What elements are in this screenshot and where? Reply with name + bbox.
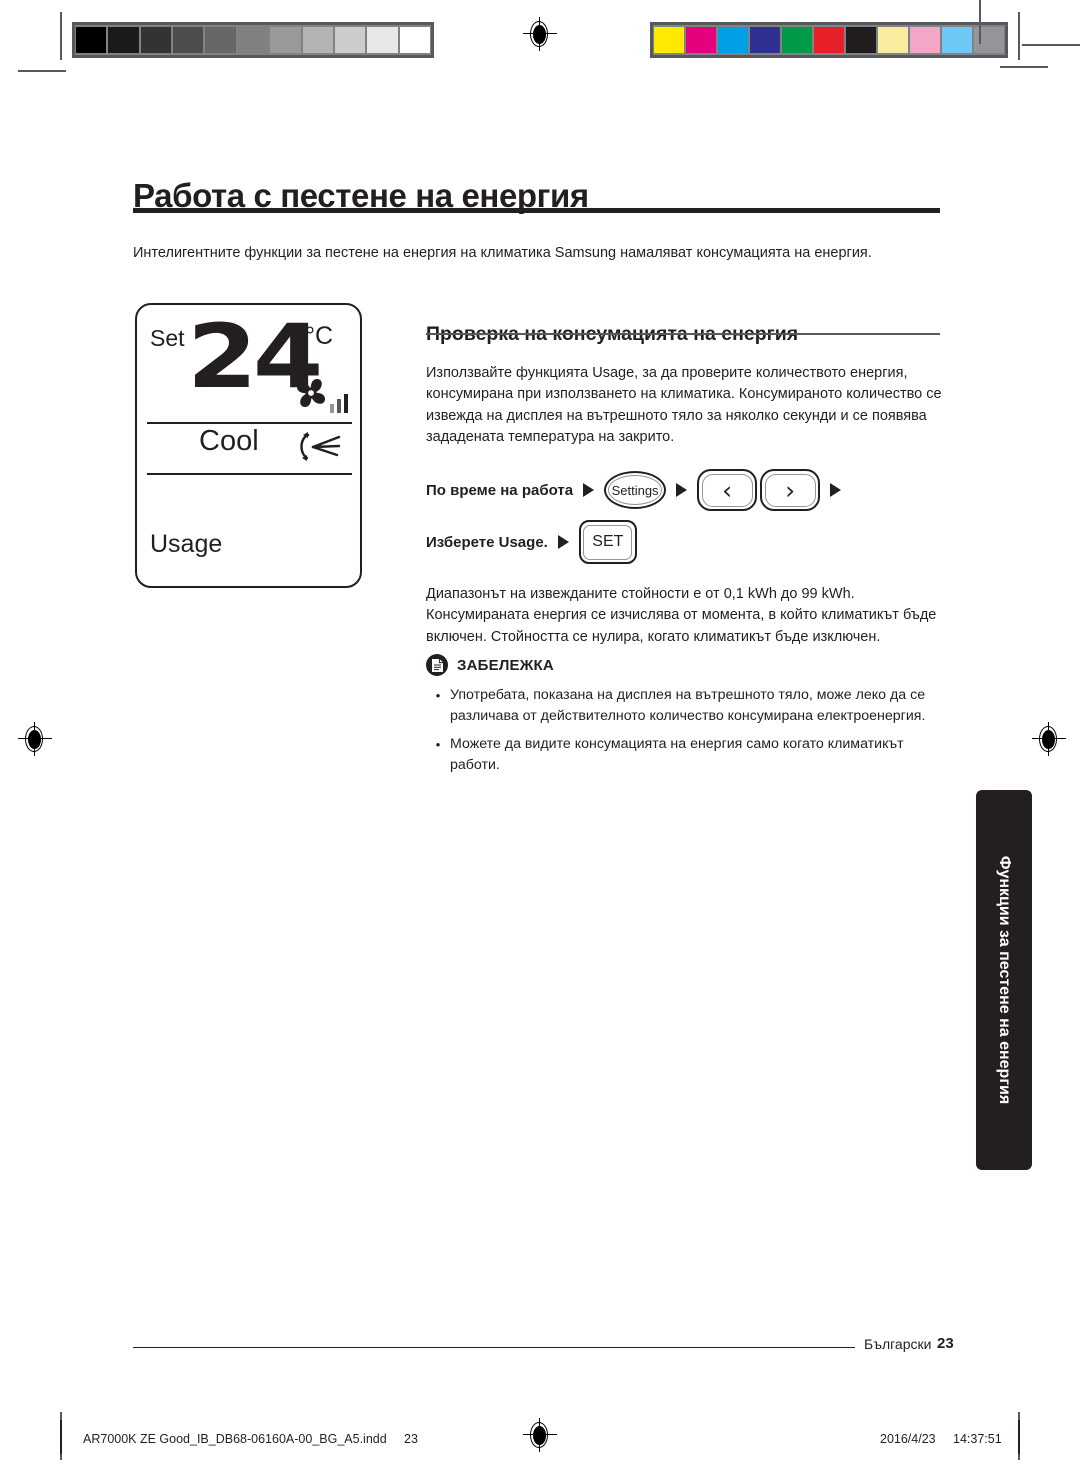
gray-swatch-10: [399, 27, 430, 53]
registration-target-icon: [523, 1418, 557, 1452]
chevron-right-icon: ›: [785, 475, 796, 505]
step-label: Изберете Usage.: [426, 533, 548, 551]
arrow-right-icon: [557, 535, 569, 549]
gray-swatch-8: [334, 27, 366, 53]
crop-mark: [1022, 44, 1080, 46]
color-swatch-2: [718, 27, 748, 53]
slug-filename: AR7000K ZE Good_IB_DB68-06160A-00_BG_A5.…: [83, 1432, 387, 1446]
footer-language-label: Български: [864, 1336, 932, 1352]
settings-button-label: Settings: [611, 482, 659, 498]
color-swatch-5: [814, 27, 844, 53]
footer-divider: [133, 1347, 855, 1349]
slug-rule: [1018, 1420, 1020, 1454]
color-swatch-1: [686, 27, 716, 53]
note-header: ЗАБЕЛЕЖКА: [426, 652, 954, 678]
gray-swatch-2: [140, 27, 172, 53]
chapter-side-tab-label: Функции за пестене на енергия: [996, 855, 1013, 1105]
note-block: ЗАБЕЛЕЖКА • Употребата, показана на дисп…: [426, 652, 954, 776]
title-divider: [133, 208, 940, 213]
button-step-sequence: По време на работа Settings ‹ › Изберете…: [426, 464, 946, 568]
slug-page-number: 23: [404, 1432, 418, 1446]
registration-target-icon: [523, 17, 557, 51]
section-body-paragraph: Използвайте функцията Usage, за да прове…: [426, 364, 942, 446]
intro-paragraph: Интелигентните функции за пестене на ене…: [133, 244, 872, 261]
step-row: По време на работа Settings ‹ ›: [426, 464, 946, 516]
section-heading: Проверка на консумацията на енергия: [426, 323, 799, 346]
gray-swatch-9: [367, 27, 398, 53]
note-item-text: Можете да видите консумацията на енергия…: [450, 736, 904, 773]
chevron-right-button[interactable]: ›: [760, 469, 821, 511]
color-swatch-0: [654, 27, 684, 53]
color-swatch-9: [942, 27, 972, 53]
arrow-right-icon: [830, 483, 842, 497]
slug-rule: [60, 1420, 62, 1454]
display-set-label: Set: [150, 325, 185, 351]
fan-speed-icon: [289, 371, 353, 421]
grayscale-calibration-strip: [72, 22, 434, 58]
color-swatch-6: [846, 27, 876, 53]
note-item-text: Употребата, показана на дисплея на вътре…: [450, 687, 926, 724]
step-label: По време на работа: [426, 481, 574, 499]
color-swatch-7: [878, 27, 908, 53]
gray-swatch-1: [108, 27, 139, 53]
post-steps-paragraph: Диапазонът на извежданите стойности е от…: [426, 585, 937, 645]
gray-swatch-7: [302, 27, 333, 53]
arrow-right-icon: [583, 483, 595, 497]
display-temperature-unit: °C: [305, 322, 334, 350]
crop-mark: [979, 0, 981, 44]
note-list-item: • Употребата, показана на дисплея на вът…: [426, 685, 954, 727]
display-mode-label: Cool: [199, 425, 259, 457]
registration-target-icon: [1032, 722, 1066, 756]
chevron-left-icon: ‹: [722, 475, 733, 505]
indoor-unit-display-illustration: Set 24 °C Cool Usage: [135, 303, 362, 588]
footer-page-number: 23: [937, 1335, 954, 1352]
color-swatch-3: [750, 27, 780, 53]
crop-mark: [60, 12, 62, 60]
section-divider: [426, 333, 940, 335]
gray-swatch-5: [237, 27, 269, 53]
bullet-icon: •: [435, 688, 441, 703]
slug-time: 14:37:51: [953, 1432, 1002, 1446]
crop-mark: [18, 70, 66, 72]
crop-mark: [1018, 12, 1020, 60]
air-swing-icon: [295, 429, 347, 465]
color-calibration-strip: [650, 22, 1008, 58]
set-button-label: SET: [592, 533, 624, 550]
display-divider-top: [147, 422, 352, 424]
gray-swatch-3: [173, 27, 204, 53]
step-row: Изберете Usage. SET: [426, 516, 946, 568]
set-button[interactable]: SET: [578, 520, 637, 564]
arrow-right-icon: [676, 483, 688, 497]
note-title: ЗАБЕЛЕЖКА: [457, 656, 554, 674]
display-usage-label: Usage: [150, 530, 223, 558]
registration-target-icon: [18, 722, 52, 756]
color-swatch-8: [910, 27, 940, 53]
note-document-icon: [426, 654, 448, 676]
display-divider-bottom: [147, 473, 352, 475]
settings-button[interactable]: Settings: [604, 471, 667, 509]
gray-swatch-0: [76, 27, 107, 53]
gray-swatch-6: [270, 27, 301, 53]
color-swatch-4: [782, 27, 812, 53]
chevron-left-button[interactable]: ‹: [697, 469, 758, 511]
chapter-side-tab: Функции за пестене на енергия: [976, 790, 1032, 1170]
slug-date: 2016/4/23: [880, 1432, 936, 1446]
crop-mark: [1000, 66, 1048, 68]
bullet-icon: •: [435, 737, 441, 752]
gray-swatch-4: [205, 27, 236, 53]
note-list-item: • Можете да видите консумацията на енерг…: [426, 734, 954, 776]
